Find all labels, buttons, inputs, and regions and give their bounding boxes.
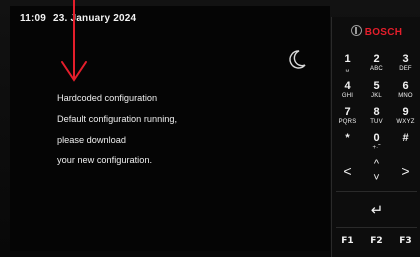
key-9[interactable]: 9 WXYZ bbox=[391, 107, 420, 126]
function-key-f3[interactable]: F3 bbox=[391, 236, 420, 246]
key-digit: 4 bbox=[344, 80, 351, 92]
nav-up-down-key[interactable]: ^ ˅ bbox=[362, 157, 391, 189]
message-line-4: your new configuration. bbox=[57, 155, 152, 165]
key-digit: 7 bbox=[344, 106, 351, 118]
key-digit: 6 bbox=[402, 80, 409, 92]
keypad-divider bbox=[336, 227, 417, 228]
key-letters: WXYZ bbox=[396, 119, 415, 125]
time: 11:09 bbox=[20, 13, 47, 24]
key-digit: 2 bbox=[373, 53, 380, 65]
keypad-divider bbox=[336, 191, 417, 192]
key-digit: 3 bbox=[402, 53, 409, 65]
key-digit: * bbox=[345, 132, 350, 144]
key-digit: 9 bbox=[402, 106, 409, 118]
key-1[interactable]: 1 ␣ bbox=[333, 54, 362, 73]
key-0[interactable]: 0 +·˜ bbox=[362, 133, 391, 152]
key-8[interactable]: 8 TUV bbox=[362, 107, 391, 126]
nav-down[interactable]: ˅ bbox=[362, 171, 391, 185]
key-5[interactable]: 5 JKL bbox=[362, 81, 391, 100]
key-hash[interactable]: # bbox=[391, 133, 420, 145]
bosch-icon bbox=[350, 25, 362, 36]
key-letters: GHI bbox=[341, 93, 354, 99]
key-digit: # bbox=[402, 132, 409, 144]
keypad: BOSCH 1 ␣ 2 ABC 3 DEF 4 GHI 5 JKL 6 MNO 7 PQRS … bbox=[331, 17, 420, 257]
moon-icon[interactable] bbox=[286, 48, 308, 70]
key-6[interactable]: 6 MNO bbox=[391, 81, 420, 100]
message-line-1: Hardcoded configuration bbox=[57, 93, 158, 103]
message-line-2: Default configuration running, bbox=[57, 114, 178, 124]
message-line-3: please download bbox=[57, 135, 126, 145]
nav-up[interactable]: ^ bbox=[362, 157, 391, 171]
brand-logo: BOSCH bbox=[332, 25, 420, 45]
key-star[interactable]: * bbox=[333, 133, 362, 145]
arrow-down-icon bbox=[61, 0, 87, 82]
function-key-f2[interactable]: F2 bbox=[362, 236, 391, 246]
key-letters: TUV bbox=[370, 119, 383, 125]
key-digit: 1 bbox=[344, 53, 351, 65]
key-letters: PQRS bbox=[338, 119, 357, 125]
key-3[interactable]: 3 DEF bbox=[391, 54, 420, 73]
key-letters: ␣ bbox=[345, 66, 350, 72]
key-letters: +·˜ bbox=[372, 145, 381, 151]
brand-name: BOSCH bbox=[364, 27, 403, 38]
key-digit: 5 bbox=[373, 80, 380, 92]
key-2[interactable]: 2 ABC bbox=[362, 54, 391, 73]
key-letters: ABC bbox=[370, 66, 383, 72]
key-7[interactable]: 7 PQRS bbox=[333, 107, 362, 126]
enter-icon[interactable]: ↵ bbox=[362, 201, 392, 221]
key-letters: MNO bbox=[398, 93, 413, 99]
nav-right-key[interactable]: > bbox=[391, 155, 420, 187]
key-letters: DEF bbox=[399, 66, 412, 72]
key-digit: 8 bbox=[373, 106, 380, 118]
key-digit: 0 bbox=[373, 132, 380, 144]
device-screen: 11:09 23. January 2024 Hardcoded configur… bbox=[0, 0, 420, 257]
key-4[interactable]: 4 GHI bbox=[333, 81, 362, 100]
nav-left-key[interactable]: < bbox=[333, 155, 362, 187]
key-letters: JKL bbox=[371, 93, 382, 99]
function-key-f1[interactable]: F1 bbox=[333, 236, 362, 246]
